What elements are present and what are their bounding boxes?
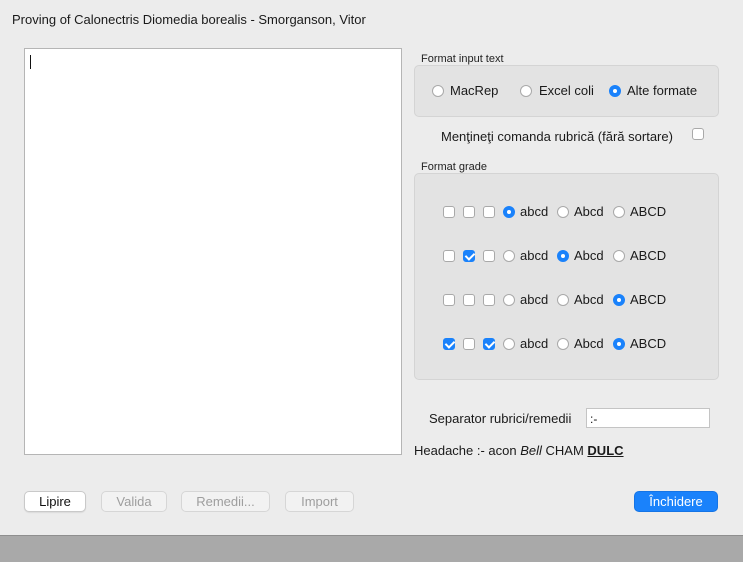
grade-row3-label-abcd[interactable]: abcd (520, 292, 548, 307)
grade-row2-radio-ABCD[interactable] (613, 250, 625, 262)
format-grade-group: abcd Abcd ABCD abcd Abcd ABCD abcd Abcd … (414, 173, 719, 380)
radio-excel-coli[interactable] (520, 85, 532, 97)
grade-row1-radio-Abcd[interactable] (557, 206, 569, 218)
radio-alte-formate[interactable] (609, 85, 621, 97)
grade-row4-check2[interactable] (463, 338, 475, 350)
radio-macrep-label[interactable]: MacRep (450, 83, 498, 98)
bottom-bar-divider (0, 535, 743, 536)
keep-order-checkbox[interactable] (692, 128, 704, 140)
grade-row4-check1[interactable] (443, 338, 455, 350)
preview-bold-underline: DULC (587, 443, 624, 458)
preview-italic: Bell (520, 443, 542, 458)
grade-row4-label-ABCD[interactable]: ABCD (630, 336, 666, 351)
grade-row4-radio-ABCD[interactable] (613, 338, 625, 350)
window-title: Proving of Calonectris Diomedia borealis… (12, 12, 366, 27)
separator-label: Separator rubrici/remedii (429, 411, 572, 426)
grade-row3-radio-ABCD[interactable] (613, 294, 625, 306)
grade-row4-radio-Abcd[interactable] (557, 338, 569, 350)
grade-row4-check3[interactable] (483, 338, 495, 350)
grade-row4-label-abcd[interactable]: abcd (520, 336, 548, 351)
paste-button[interactable]: Lipire (24, 491, 86, 512)
grade-row2-check1[interactable] (443, 250, 455, 262)
preview-prefix: Headache :- acon (414, 443, 521, 458)
grade-row2-radio-abcd[interactable] (503, 250, 515, 262)
grade-row2-check3[interactable] (483, 250, 495, 262)
grade-row1-radio-abcd[interactable] (503, 206, 515, 218)
format-preview: Headache :- acon Bell CHAM DULC (414, 443, 624, 458)
import-button[interactable]: Import (285, 491, 354, 512)
grade-row4-label-Abcd[interactable]: Abcd (574, 336, 604, 351)
grade-row3-check1[interactable] (443, 294, 455, 306)
grade-row1-check2[interactable] (463, 206, 475, 218)
keep-order-label: Menţineţi comanda rubrică (fără sortare) (441, 129, 673, 144)
grade-row3-radio-abcd[interactable] (503, 294, 515, 306)
grade-row3-label-ABCD[interactable]: ABCD (630, 292, 666, 307)
separator-input[interactable]: :- (586, 408, 710, 428)
remedies-button[interactable]: Remedii... (181, 491, 270, 512)
grade-row2-label-Abcd[interactable]: Abcd (574, 248, 604, 263)
grade-row1-check1[interactable] (443, 206, 455, 218)
format-input-label: Format input text (421, 53, 504, 65)
grade-row2-radio-Abcd[interactable] (557, 250, 569, 262)
format-grade-label: Format grade (421, 161, 488, 173)
format-input-group: MacRep Excel coli Alte formate (414, 65, 719, 117)
grade-row1-radio-ABCD[interactable] (613, 206, 625, 218)
grade-row2-label-ABCD[interactable]: ABCD (630, 248, 666, 263)
validate-button[interactable]: Valida (101, 491, 167, 512)
input-text-area[interactable] (24, 48, 402, 455)
grade-row2-check2[interactable] (463, 250, 475, 262)
grade-row1-check3[interactable] (483, 206, 495, 218)
radio-excel-coli-label[interactable]: Excel coli (539, 83, 594, 98)
grade-row4-radio-abcd[interactable] (503, 338, 515, 350)
radio-alte-formate-label[interactable]: Alte formate (627, 83, 697, 98)
grade-row1-label-Abcd[interactable]: Abcd (574, 204, 604, 219)
grade-row3-radio-Abcd[interactable] (557, 294, 569, 306)
grade-row3-label-Abcd[interactable]: Abcd (574, 292, 604, 307)
grade-row1-label-ABCD[interactable]: ABCD (630, 204, 666, 219)
grade-row1-label-abcd[interactable]: abcd (520, 204, 548, 219)
preview-plain: CHAM (541, 443, 588, 458)
text-caret (30, 55, 31, 69)
grade-row3-check2[interactable] (463, 294, 475, 306)
grade-row2-label-abcd[interactable]: abcd (520, 248, 548, 263)
grade-row3-check3[interactable] (483, 294, 495, 306)
close-button[interactable]: Închidere (634, 491, 718, 512)
radio-macrep[interactable] (432, 85, 444, 97)
bottom-bar (0, 535, 743, 562)
